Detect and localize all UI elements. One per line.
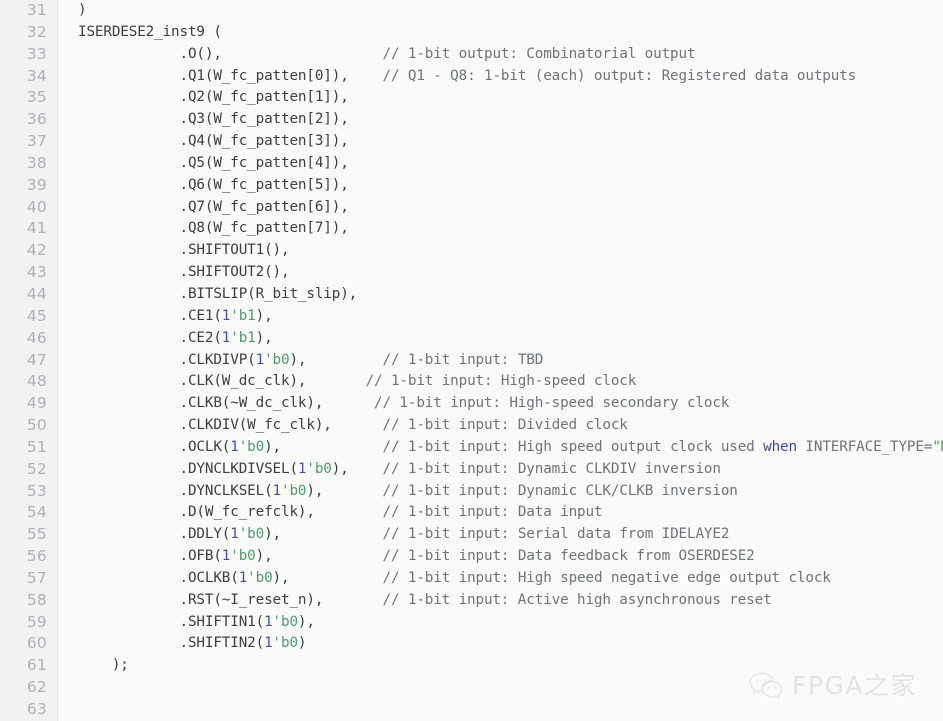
code-comment: // 1-bit input: Dynamic CLKDIV inversion [382, 460, 721, 477]
line-number: 58 [26, 590, 47, 609]
line-number: 32 [26, 22, 47, 41]
code-line[interactable]: .CLKDIV(W_fc_clk), // 1-bit input: Divid… [59, 415, 943, 437]
code-comment: // 1-bit output: Combinatorial output [382, 45, 696, 62]
code-line[interactable]: .CE2(1'b1), [59, 328, 943, 350]
line-number: 35 [26, 88, 47, 107]
code-line[interactable]: .SHIFTIN2(1'b0) [59, 633, 943, 655]
code-line[interactable]: .OFB(1'b0), // 1-bit input: Data feedbac… [59, 546, 943, 568]
line-number: 42 [26, 241, 47, 260]
line-number: 40 [26, 197, 47, 216]
code-line[interactable]: .SHIFTOUT1(), [59, 240, 943, 262]
line-number: 36 [26, 110, 47, 129]
code-line[interactable]: .Q5(W_fc_patten[4]), [59, 153, 943, 175]
line-number: 55 [26, 525, 47, 544]
code-line[interactable]: .SHIFTIN1(1'b0), [59, 612, 943, 634]
line-number: 46 [26, 328, 47, 347]
code-line[interactable]: .CLKB(~W_dc_clk), // 1-bit input: High-s… [59, 393, 943, 415]
line-number: 49 [26, 394, 47, 413]
code-comment: // 1-bit input: Data input [382, 504, 603, 521]
code-line[interactable]: .Q6(W_fc_patten[5]), [59, 175, 943, 197]
code-comment: // 1-bit input: Dynamic CLK/CLKB inversi… [382, 482, 738, 499]
code-line[interactable]: ) [59, 0, 943, 22]
code-comment: // 1-bit input: TBD [382, 351, 544, 368]
code-comment: // 1-bit input: Divided clock [382, 417, 628, 434]
code-line[interactable]: .DYNCLKSEL(1'b0), // 1-bit input: Dynami… [59, 481, 943, 503]
line-number: 39 [26, 175, 47, 194]
line-number: 57 [26, 568, 47, 587]
line-number: 51 [26, 437, 47, 456]
code-line[interactable]: .Q1(W_fc_patten[0]), // Q1 - Q8: 1-bit (… [59, 66, 943, 88]
code-comment: // 1-bit input: Active high asynchronous… [382, 591, 772, 608]
code-comment: // 1-bit input: High speed output clock … [382, 438, 943, 455]
code-surface[interactable]: ) ISERDESE2_inst9 ( .O(), // 1-bit output… [59, 0, 943, 721]
code-comment: // 1-bit input: Data feedback from OSERD… [382, 548, 755, 565]
code-line[interactable]: .SHIFTOUT2(), [59, 262, 943, 284]
line-number: 44 [26, 284, 47, 303]
line-number: 54 [26, 503, 47, 522]
code-comment: // 1-bit input: Serial data from IDELAYE… [382, 526, 730, 543]
line-number: 53 [26, 481, 47, 500]
code-line[interactable]: .Q2(W_fc_patten[1]), [59, 87, 943, 109]
line-number: 59 [26, 612, 47, 631]
code-line[interactable]: .DYNCLKDIVSEL(1'b0), // 1-bit input: Dyn… [59, 459, 943, 481]
line-number: 47 [26, 350, 47, 369]
code-comment: // Q1 - Q8: 1-bit (each) output: Registe… [382, 67, 857, 84]
line-number: 37 [26, 132, 47, 151]
code-line[interactable]: .Q3(W_fc_patten[2]), [59, 109, 943, 131]
code-line[interactable]: .CLKDIVP(1'b0), // 1-bit input: TBD [59, 350, 943, 372]
line-number: 56 [26, 547, 47, 566]
code-line[interactable]: .Q4(W_fc_patten[3]), [59, 131, 943, 153]
code-line[interactable]: .D(W_fc_refclk), // 1-bit input: Data in… [59, 502, 943, 524]
line-number: 34 [26, 66, 47, 85]
code-line[interactable]: ISERDESE2_inst9 ( [59, 22, 943, 44]
line-number: 48 [26, 372, 47, 391]
code-line[interactable]: .CE1(1'b1), [59, 306, 943, 328]
code-line[interactable]: .CLK(W_dc_clk), // 1-bit input: High-spe… [59, 371, 943, 393]
code-viewer[interactable]: 31 32 33 34 35 36 37 38 39 40 41 42 43 44 45 46 47 48 49 50… [0, 0, 943, 721]
code-comment: // 1-bit input: High speed negative edge… [382, 569, 831, 586]
code-line[interactable]: .RST(~I_reset_n), // 1-bit input: Active… [59, 590, 943, 612]
code-line[interactable] [59, 677, 943, 699]
line-number: 62 [26, 678, 47, 697]
code-comment: // 1-bit input: High-speed clock [365, 373, 637, 390]
line-number: 33 [26, 44, 47, 63]
line-number: 38 [26, 153, 47, 172]
line-number: 31 [26, 1, 47, 19]
line-number: 43 [26, 263, 47, 282]
line-number: 45 [26, 306, 47, 325]
code-line[interactable]: .Q7(W_fc_patten[6]), [59, 197, 943, 219]
code-line[interactable]: ); [59, 655, 943, 677]
line-number: 50 [26, 416, 47, 435]
line-number-gutter: 31 32 33 34 35 36 37 38 39 40 41 42 43 44 45 46 47 48 49 50… [0, 0, 58, 721]
line-number: 61 [26, 656, 47, 675]
line-number: 41 [26, 219, 47, 238]
line-number: 63 [26, 700, 47, 718]
line-number: 52 [26, 459, 47, 478]
code-line[interactable]: .BITSLIP(R_bit_slip), [59, 284, 943, 306]
code-comment: // 1-bit input: High-speed secondary clo… [374, 395, 730, 412]
code-line[interactable]: .OCLK(1'b0), // 1-bit input: High speed … [59, 437, 943, 459]
code-line[interactable]: .OCLKB(1'b0), // 1-bit input: High speed… [59, 568, 943, 590]
code-line[interactable]: .O(), // 1-bit output: Combinatorial out… [59, 44, 943, 66]
line-number: 60 [26, 634, 47, 653]
code-line[interactable]: .DDLY(1'b0), // 1-bit input: Serial data… [59, 524, 943, 546]
code-line[interactable]: .Q8(W_fc_patten[7]), [59, 218, 943, 240]
